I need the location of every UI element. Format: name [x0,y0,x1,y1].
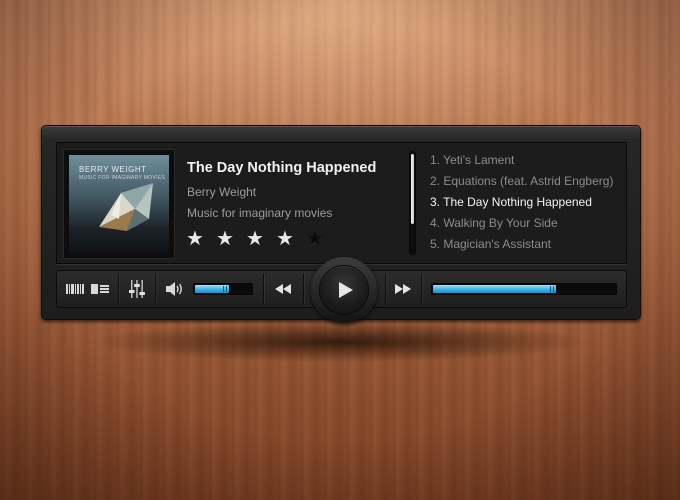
fast-forward-icon [395,284,411,294]
equalizer-icon [129,280,145,298]
separator [303,274,304,304]
track-progress-bar[interactable] [431,283,617,295]
star-empty-icon[interactable]: ★ [306,229,328,249]
artist-name[interactable]: Berry Weight [187,185,256,199]
album-name[interactable]: Music for imaginary movies [187,206,332,220]
separator [118,274,119,304]
playlist-item[interactable]: 1. Yeti's Lament [430,153,613,174]
control-bar [56,257,627,323]
star-filled-icon[interactable]: ★ [276,229,298,249]
mute-button[interactable] [165,279,187,299]
barcode-view-icon [66,284,84,294]
play-button[interactable] [319,265,369,315]
volume-handle[interactable] [222,286,227,292]
volume-slider[interactable] [193,283,253,295]
volume-icon [166,282,182,296]
playlist-item[interactable]: 4. Walking By Your Side [430,216,613,237]
play-button-ring [311,257,377,323]
track-progress-handle[interactable] [550,286,555,292]
separator [385,274,386,304]
album-art: Berry Weight Music for imaginary movies [69,155,169,253]
equalizer-button[interactable] [127,279,147,299]
barcode-view-button[interactable] [65,279,85,299]
player-shadow [90,322,590,362]
now-playing-panel: Berry Weight Music for imaginary movies … [56,142,627,264]
album-art-shape [99,183,153,231]
rewind-icon [275,284,291,294]
play-icon [338,282,353,298]
playlist-scrollbar[interactable] [409,151,416,255]
star-filled-icon[interactable]: ★ [216,229,238,249]
separator [263,274,264,304]
playlist: 1. Yeti's Lament 2. Equations (feat. Ast… [430,153,613,258]
track-progress-fill [433,285,557,293]
list-view-icon [91,284,109,294]
playlist-item[interactable]: 3. The Day Nothing Happened [430,195,613,216]
song-title: The Day Nothing Happened [187,160,377,176]
playlist-item[interactable]: 2. Equations (feat. Astrid Engberg) [430,174,613,195]
playlist-item[interactable]: 5. Magician's Assistant [430,237,613,258]
fast-forward-button[interactable] [391,279,415,299]
album-art-frame: Berry Weight Music for imaginary movies [63,149,175,259]
rewind-button[interactable] [271,279,295,299]
volume-level [195,285,229,293]
album-art-band: Berry Weight [79,165,147,174]
rating-stars: ★ ★ ★ ★ ★ [186,229,336,249]
separator [155,274,156,304]
star-filled-icon[interactable]: ★ [246,229,268,249]
star-filled-icon[interactable]: ★ [186,229,208,249]
music-player: Berry Weight Music for imaginary movies … [41,125,641,323]
separator [421,274,422,304]
playlist-scroll-thumb[interactable] [411,154,414,224]
list-view-button[interactable] [89,279,111,299]
